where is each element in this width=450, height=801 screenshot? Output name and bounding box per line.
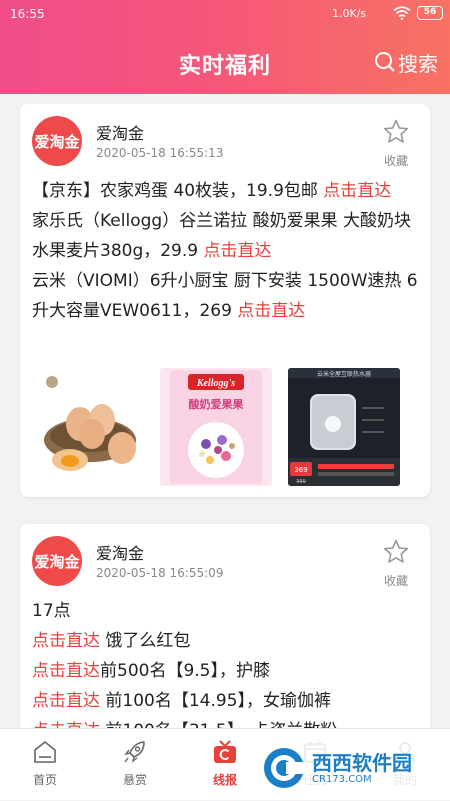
post-line: 点击直达前500名【9.5】，护膝 <box>32 656 422 686</box>
post-line: 点击直达 前100名【14.95】，女瑜伽裤 <box>32 686 422 716</box>
title-bar: 实时福利 搜索 <box>0 30 450 94</box>
search-icon <box>375 52 395 72</box>
avatar[interactable]: 爱淘金 <box>32 116 82 166</box>
direct-link[interactable]: 点击直达 <box>32 661 100 681</box>
post-line: 点击直达 饿了么红包 <box>32 626 422 656</box>
thumbnail-row: Kellogg's 酸奶爱果果 云米全屋互联热水器 369 399 <box>32 368 422 486</box>
old-price-text: 399 <box>296 479 306 485</box>
post-line-text: 云米（VIOMI）6升小厨宝 厨下安装 1500W速热 6升大容量VEW0611… <box>32 271 418 321</box>
direct-link[interactable]: 点击直达 <box>32 691 100 711</box>
direct-link[interactable]: 点击直达 <box>323 181 391 201</box>
app-header: 16:55 1.0K/s 56 实时福利 搜索 <box>0 0 450 94</box>
product-text: 酸奶爱果果 <box>189 397 244 411</box>
banner-text: 云米全屋互联热水器 <box>317 370 371 378</box>
star-icon <box>383 119 409 143</box>
post-line-text: 前500名【9.5】，护膝 <box>100 661 270 681</box>
site-watermark: 西西软件园 CR173.COM <box>256 740 444 796</box>
post-line-text: 饿了么红包 <box>105 631 191 651</box>
price-text: 369 <box>294 466 307 474</box>
network-speed: 1.0K/s <box>332 7 367 20</box>
post-line: 云米（VIOMI）6升小厨宝 厨下安装 1500W速热 6升大容量VEW0611… <box>32 266 422 326</box>
post-content: 17点 点击直达 饿了么红包 点击直达前500名【9.5】，护膝 点击直达 前1… <box>32 596 422 746</box>
star-icon <box>383 539 409 563</box>
post-line: 家乐氏（Kellogg）谷兰诺拉 酸奶爱果果 大酸奶块水果麦片380g，29.9… <box>32 206 422 266</box>
post-content: 【京东】农家鸡蛋 40枚装，19.9包邮 点击直达 家乐氏（Kellogg）谷兰… <box>32 176 422 326</box>
watermark-sub: CR173.COM <box>312 773 372 785</box>
kelloggs-cereal-photo[interactable]: Kellogg's 酸奶爱果果 <box>160 368 272 486</box>
tab-label: 首页 <box>32 773 57 787</box>
status-time: 16:55 <box>10 7 45 21</box>
status-bar: 16:55 1.0K/s 56 <box>0 0 450 30</box>
water-heater-photo[interactable]: 云米全屋互联热水器 369 399 <box>288 368 400 486</box>
post-card[interactable]: 爱淘金 爱淘金 2020-05-18 16:55:09 收藏 17点 点击直达 … <box>20 524 430 744</box>
avatar[interactable]: 爱淘金 <box>32 536 82 586</box>
post-time: 2020-05-18 16:55:13 <box>96 146 224 160</box>
tab-home[interactable]: 首页 <box>0 729 90 801</box>
battery-icon: 56 <box>417 6 443 20</box>
direct-link[interactable]: 点击直达 <box>237 301 305 321</box>
search-button[interactable]: 搜索 <box>374 48 438 76</box>
eggs-photo[interactable] <box>32 368 144 486</box>
search-label: 搜索 <box>398 51 438 76</box>
author-name: 爱淘金 <box>96 544 145 563</box>
wifi-icon <box>393 6 411 20</box>
collect-button[interactable]: 收藏 <box>376 538 416 588</box>
author-name: 爱淘金 <box>96 124 145 143</box>
home-icon <box>34 740 56 763</box>
watermark-title: 西西软件园 <box>312 750 412 775</box>
tab-reward[interactable]: 悬赏 <box>90 729 180 801</box>
direct-link[interactable]: 点击直达 <box>32 631 100 651</box>
watermark-text: 西西软件园 CR173.COM <box>312 752 412 785</box>
rocket-icon <box>124 741 145 763</box>
site-logo-icon <box>264 748 306 788</box>
collect-label: 收藏 <box>383 154 408 168</box>
tv-icon <box>214 740 236 763</box>
post-line-text: 前100名【14.95】，女瑜伽裤 <box>100 691 332 711</box>
post-card[interactable]: 爱淘金 爱淘金 2020-05-18 16:55:13 收藏 【京东】农家鸡蛋 … <box>20 104 430 497</box>
collect-label: 收藏 <box>383 574 408 588</box>
brand-text: Kellogg's <box>196 378 235 389</box>
direct-link[interactable]: 点击直达 <box>204 241 272 261</box>
post-line: 17点 <box>32 601 71 621</box>
post-line-text: 【京东】农家鸡蛋 40枚装，19.9包邮 <box>32 181 324 201</box>
post-time: 2020-05-18 16:55:09 <box>96 566 224 580</box>
post-line: 【京东】农家鸡蛋 40枚装，19.9包邮 点击直达 <box>32 176 422 206</box>
tab-label: 悬赏 <box>122 773 147 787</box>
collect-button[interactable]: 收藏 <box>376 118 416 168</box>
